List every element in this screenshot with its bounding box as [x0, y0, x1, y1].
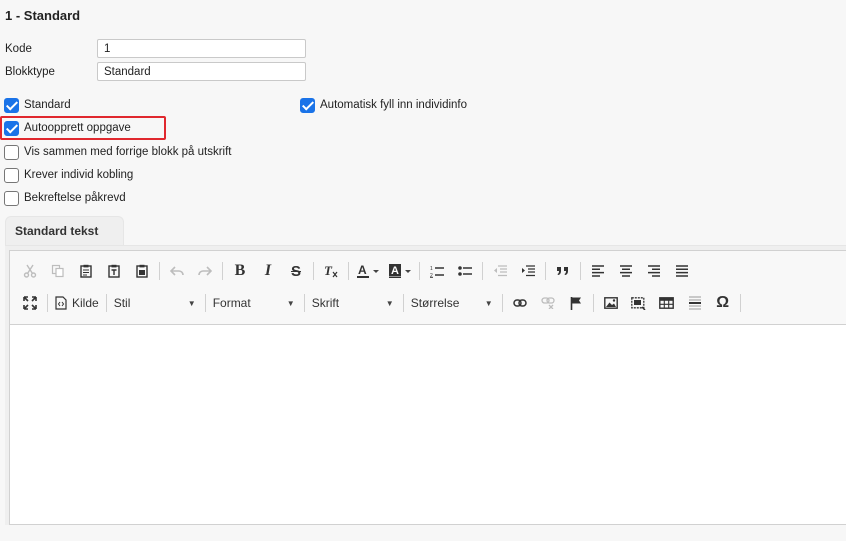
size-combo-label: Størrelse [410, 296, 460, 310]
toolbar-separator [402, 294, 404, 312]
chevron-down-icon: ▼ [286, 298, 295, 308]
autoopprett-checkbox-label: Autoopprett oppgave [24, 122, 131, 134]
align-justify-icon[interactable] [668, 259, 696, 283]
svg-text:T: T [324, 264, 333, 278]
redo-icon[interactable] [191, 259, 219, 283]
standard-checkbox-label: Standard [24, 99, 71, 111]
vis-sammen-checkbox-label: Vis sammen med forrige blokk på utskrift [24, 146, 232, 158]
svg-text:A: A [391, 265, 399, 277]
paste-text-icon[interactable] [100, 259, 128, 283]
blokktype-label: Blokktype [5, 66, 55, 78]
bold-icon[interactable]: B [226, 259, 254, 283]
editor-frame: B I S T A A 12 Kilde Stil ▼ Format ▼ Skr… [9, 250, 846, 525]
editor-toolbar: B I S T A A 12 Kilde Stil ▼ Format ▼ Skr… [10, 251, 846, 325]
numbered-list-icon[interactable]: 12 [423, 259, 451, 283]
tab-label: Standard tekst [15, 224, 99, 238]
svg-text:A: A [358, 264, 367, 277]
bekreftelse-checkbox-row[interactable]: Bekreftelse påkrevd [4, 189, 126, 207]
editor-content-area[interactable] [10, 326, 846, 524]
chevron-down-icon: ▼ [187, 298, 196, 308]
font-combo[interactable]: Skrift ▼ [308, 292, 400, 314]
bulleted-list-icon[interactable] [451, 259, 479, 283]
section-title: 1 - Standard [5, 8, 81, 23]
align-right-icon[interactable] [640, 259, 668, 283]
auto-fill-checkbox[interactable] [300, 97, 315, 113]
toolbar-separator [105, 294, 107, 312]
undo-icon[interactable] [163, 259, 191, 283]
auto-fill-checkbox-label: Automatisk fyll inn individinfo [320, 99, 468, 111]
cut-icon[interactable] [16, 259, 44, 283]
paste-word-icon[interactable] [128, 259, 156, 283]
krever-kobling-checkbox[interactable] [4, 167, 19, 183]
bekreftelse-checkbox[interactable] [4, 190, 19, 206]
style-combo[interactable]: Stil ▼ [110, 292, 202, 314]
toolbar-row-2: Kilde Stil ▼ Format ▼ Skrift ▼ Størrelse… [16, 289, 744, 317]
tab-standard-tekst[interactable]: Standard tekst [5, 216, 124, 246]
toolbar-separator [580, 262, 581, 280]
vis-sammen-checkbox-row[interactable]: Vis sammen med forrige blokk på utskrift [4, 143, 232, 161]
source-label: Kilde [72, 296, 99, 310]
toolbar-separator [303, 294, 305, 312]
toolbar-separator [419, 262, 420, 280]
strikethrough-icon[interactable]: S [282, 259, 310, 283]
background-color-icon[interactable]: A [384, 259, 416, 283]
size-combo[interactable]: Størrelse ▼ [407, 292, 499, 314]
format-combo-label: Format [212, 296, 251, 310]
image-icon[interactable] [597, 291, 625, 315]
format-combo[interactable]: Format ▼ [209, 292, 301, 314]
unlink-icon[interactable] [534, 291, 562, 315]
anchor-flag-icon[interactable] [562, 291, 590, 315]
krever-kobling-checkbox-label: Krever individ kobling [24, 169, 134, 181]
toolbar-separator [204, 294, 206, 312]
special-char-omega-icon[interactable]: Ω [709, 291, 737, 315]
toolbar-separator [47, 294, 48, 312]
toolbar-separator [482, 262, 483, 280]
font-combo-label: Skrift [311, 296, 340, 310]
svg-text:1: 1 [430, 266, 433, 272]
blockquote-icon[interactable] [549, 259, 577, 283]
toolbar-separator [501, 294, 503, 312]
auto-fill-checkbox-row[interactable]: Automatisk fyll inn individinfo [300, 96, 467, 114]
indent-icon[interactable] [514, 259, 542, 283]
chevron-down-icon: ▼ [484, 298, 493, 308]
vis-sammen-checkbox[interactable] [4, 144, 19, 160]
bekreftelse-checkbox-label: Bekreftelse påkrevd [24, 192, 126, 204]
standard-checkbox[interactable] [4, 97, 19, 113]
source-icon [55, 296, 67, 310]
remove-format-icon[interactable]: T [317, 259, 345, 283]
align-center-icon[interactable] [612, 259, 640, 283]
toolbar-separator [159, 262, 160, 280]
text-color-icon[interactable]: A [352, 259, 384, 283]
link-icon[interactable] [506, 291, 534, 315]
chevron-down-icon: ▼ [385, 298, 394, 308]
toolbar-separator [348, 262, 349, 280]
toolbar-row-1: B I S T A A 12 [16, 257, 696, 285]
kode-input[interactable] [97, 39, 306, 58]
toolbar-separator [592, 294, 594, 312]
copy-icon[interactable] [44, 259, 72, 283]
italic-icon[interactable]: I [254, 259, 282, 283]
toolbar-separator [739, 294, 741, 312]
autoopprett-checkbox[interactable] [4, 120, 19, 136]
horizontal-line-icon[interactable] [681, 291, 709, 315]
kode-label: Kode [5, 43, 32, 55]
table-icon[interactable] [653, 291, 681, 315]
paste-icon[interactable] [72, 259, 100, 283]
source-button[interactable]: Kilde [51, 291, 103, 315]
maximize-icon[interactable] [16, 291, 44, 315]
autoopprett-checkbox-row[interactable]: Autoopprett oppgave [4, 119, 131, 137]
embed-media-icon[interactable] [625, 291, 653, 315]
outdent-icon[interactable] [486, 259, 514, 283]
krever-kobling-checkbox-row[interactable]: Krever individ kobling [4, 166, 133, 184]
style-combo-label: Stil [113, 296, 131, 310]
align-left-icon[interactable] [584, 259, 612, 283]
blokktype-input[interactable] [97, 62, 306, 81]
toolbar-separator [545, 262, 546, 280]
rich-text-editor: B I S T A A 12 Kilde Stil ▼ Format ▼ Skr… [5, 245, 846, 525]
standard-checkbox-row[interactable]: Standard [4, 96, 71, 114]
toolbar-separator [222, 262, 223, 280]
toolbar-separator [313, 262, 314, 280]
